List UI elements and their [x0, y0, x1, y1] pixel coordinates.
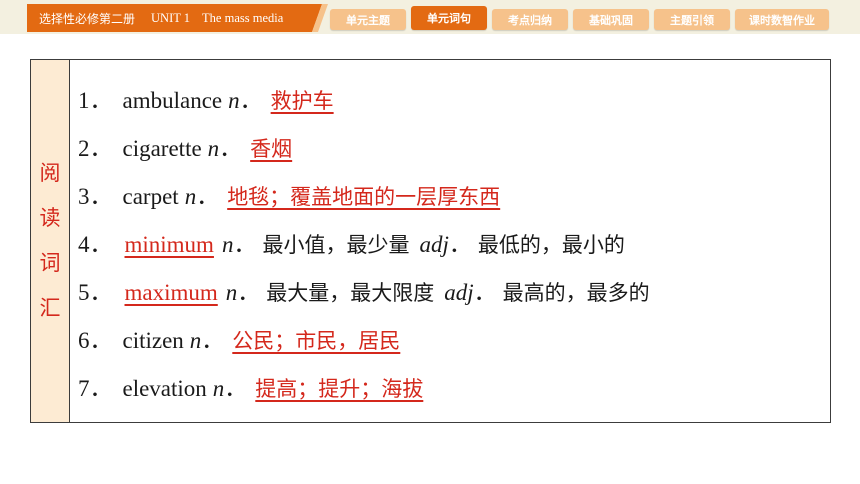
item-word: citizen	[122, 328, 184, 353]
part-of-speech: n	[228, 88, 240, 113]
item-meaning: 最低的，最小的	[477, 233, 625, 257]
separator: ．	[448, 232, 472, 257]
item-meaning: 最小值，最少量	[262, 233, 410, 257]
separator: ．	[224, 376, 248, 401]
part-of-speech: n	[221, 232, 234, 257]
side-label: 阅 读 词 汇	[31, 60, 70, 422]
separator: ．	[233, 232, 257, 257]
list-item: 3． carpet n ． 地毯；覆盖地面的一层厚东西	[78, 177, 650, 225]
item-number: 1．	[78, 88, 113, 113]
part-of-speech: n	[212, 376, 225, 401]
answer-blank: maximum	[124, 280, 218, 305]
tab-unit-theme[interactable]: 单元主题	[330, 9, 406, 30]
side-char: 读	[39, 206, 61, 230]
side-char: 汇	[39, 296, 61, 320]
unit-label: UNIT 1	[151, 10, 191, 25]
item-number: 5．	[78, 280, 113, 305]
separator: ．	[237, 280, 261, 305]
item-meaning: 最大量，最大限度	[266, 281, 435, 305]
course-title: 选择性必修第二册 UNIT 1 The mass media	[27, 4, 329, 32]
vocabulary-panel: 阅 读 词 汇 1． ambulance n ． 救护车 2． cigarette…	[30, 59, 831, 423]
item-number: 3．	[78, 184, 113, 209]
separator: ．	[196, 184, 220, 209]
tab-unit-vocabulary[interactable]: 单元词句	[411, 6, 487, 30]
tab-basic-practice[interactable]: 基础巩固	[573, 9, 649, 30]
part-of-speech: n	[184, 184, 197, 209]
part-of-speech: n	[189, 328, 202, 353]
item-number: 4．	[78, 232, 113, 257]
answer-blank: 香烟	[250, 137, 293, 161]
list-item: 5． maximum n ． 最大量，最大限度 adj ． 最高的，最多的	[78, 273, 650, 321]
answer-blank: minimum	[124, 232, 214, 257]
answer-blank: 提高；提升；海拔	[255, 377, 424, 401]
item-word: ambulance	[122, 88, 223, 113]
list-item: 6． citizen n ． 公民；市民，居民	[78, 321, 650, 369]
part-of-speech: adj	[444, 280, 474, 305]
item-number: 2．	[78, 136, 113, 161]
list-item: 2． cigarette n ． 香烟	[78, 129, 650, 177]
item-word: elevation	[122, 376, 207, 401]
item-word: cigarette	[122, 136, 202, 161]
item-word: carpet	[122, 184, 179, 209]
answer-blank: 救护车	[270, 89, 334, 113]
vocabulary-list: 1． ambulance n ． 救护车 2． cigarette n ． 香烟 3…	[78, 81, 650, 417]
separator: ．	[219, 136, 243, 161]
item-number: 6．	[78, 328, 113, 353]
list-item: 7． elevation n ． 提高；提升；海拔	[78, 369, 650, 417]
part-of-speech: n	[207, 136, 220, 161]
separator: ．	[201, 328, 225, 353]
tab-theme-guide[interactable]: 主题引领	[654, 9, 730, 30]
tab-homework[interactable]: 课时数智作业	[735, 9, 829, 30]
part-of-speech: n	[225, 280, 238, 305]
separator: ．	[239, 88, 263, 113]
side-char: 词	[39, 251, 61, 275]
item-number: 7．	[78, 376, 113, 401]
header-bar: 选择性必修第二册 UNIT 1 The mass media 单元主题 单元词句…	[0, 0, 860, 34]
item-meaning: 最高的，最多的	[502, 281, 650, 305]
answer-blank: 地毯；覆盖地面的一层厚东西	[227, 185, 501, 209]
tab-key-points[interactable]: 考点归纳	[492, 9, 568, 30]
side-char: 阅	[39, 161, 61, 185]
separator: ．	[473, 280, 497, 305]
unit-topic: The mass media	[202, 10, 284, 25]
book-title: 选择性必修第二册	[39, 11, 136, 26]
list-item: 1． ambulance n ． 救护车	[78, 81, 650, 129]
list-item: 4． minimum n ． 最小值，最少量 adj ． 最低的，最小的	[78, 225, 650, 273]
answer-blank: 公民；市民，居民	[232, 329, 401, 353]
part-of-speech: adj	[419, 232, 449, 257]
